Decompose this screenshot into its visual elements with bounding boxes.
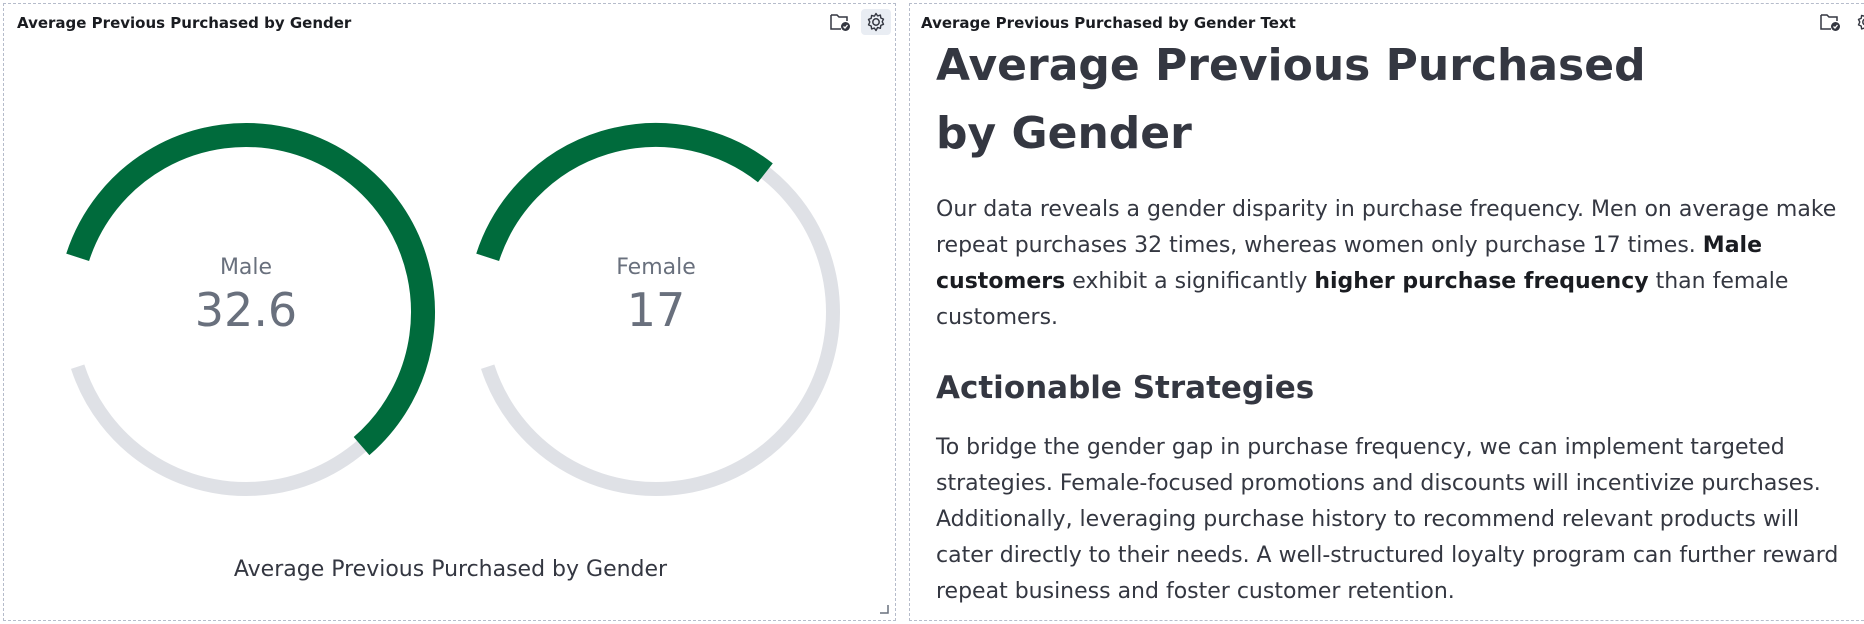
folder-check-icon[interactable] bbox=[825, 9, 855, 35]
gauge-category-label: Female bbox=[616, 255, 696, 280]
gauge-value-label: 32.6 bbox=[195, 283, 297, 337]
panel-title: Average Previous Purchased by Gender bbox=[17, 14, 352, 32]
panel-actions bbox=[825, 9, 891, 35]
gauge-value-label: 17 bbox=[627, 283, 686, 337]
gauge-panel: Male 32.6 Female 17 Average Previous Purcha… bbox=[3, 3, 896, 621]
gear-icon[interactable] bbox=[861, 9, 891, 35]
resize-handle-icon[interactable] bbox=[879, 604, 889, 614]
text-panel: Average Previous Purchased by Gender Tex… bbox=[909, 3, 1864, 621]
intro-paragraph: Our data reveals a gender disparity in p… bbox=[936, 192, 1856, 336]
intro-text-1: Our data reveals a gender disparity in p… bbox=[936, 197, 1837, 258]
text-heading: Average Previous Purchased by Gender bbox=[936, 40, 1646, 159]
chart-caption: Average Previous Purchased by Gender bbox=[233, 557, 668, 582]
gauge-chart: Male 32.6 Female 17 bbox=[66, 123, 840, 496]
gauge-male: Male 32.6 bbox=[66, 123, 435, 496]
intro-bold-2: higher purchase frequency bbox=[1314, 269, 1649, 294]
markdown-content: Average Previous Purchased by Gender Our… bbox=[936, 32, 1856, 610]
strategies-heading: Actionable Strategies bbox=[936, 370, 1315, 406]
strategies-paragraph: To bridge the gender gap in purchase fre… bbox=[936, 435, 1839, 604]
gauge-fill bbox=[476, 123, 773, 262]
panel-title: Average Previous Purchased by Gender Tex… bbox=[921, 14, 1296, 32]
gauge-female: Female 17 bbox=[476, 123, 840, 496]
gauge-category-label: Male bbox=[220, 255, 272, 280]
intro-text-2: exhibit a significantly bbox=[1065, 269, 1315, 294]
